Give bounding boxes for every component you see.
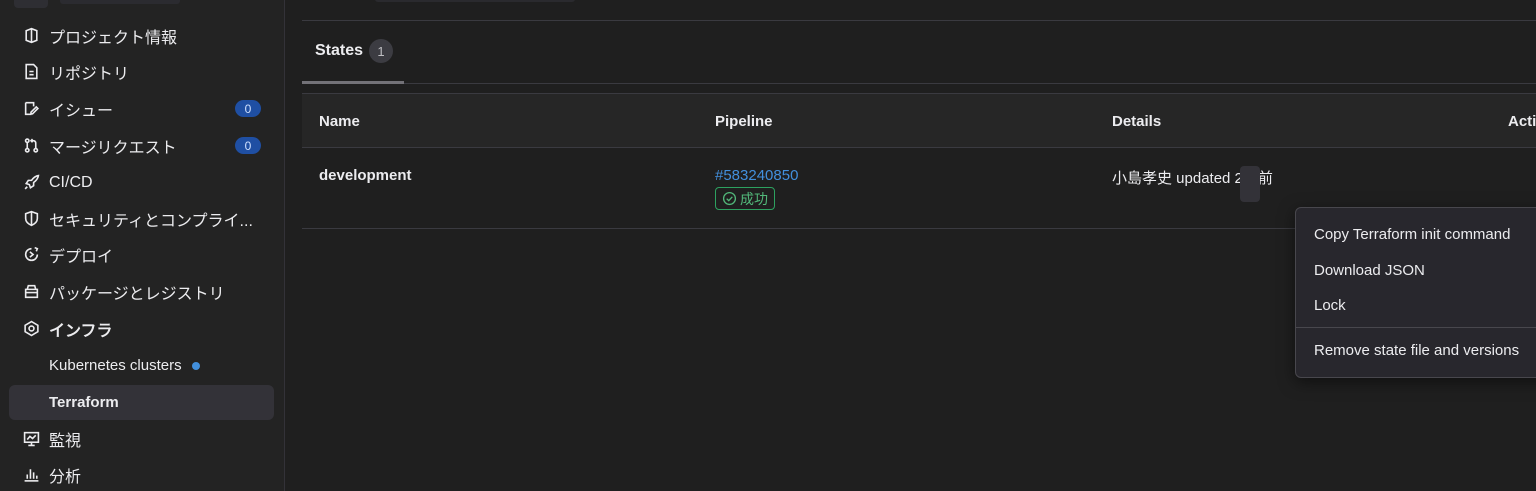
tab-states[interactable]: States 1 (302, 21, 404, 84)
column-header-pipeline: Pipeline (715, 112, 773, 130)
package-icon (22, 283, 40, 301)
sidebar-item-label: Terraform (49, 394, 119, 411)
pipeline-status-text: 成功 (740, 190, 768, 207)
repository-icon (22, 63, 40, 81)
column-header-details: Details (1112, 112, 1162, 130)
state-name: development (319, 167, 412, 184)
project-avatar[interactable] (14, 0, 48, 8)
issues-icon (22, 100, 40, 118)
new-indicator-dot (191, 361, 200, 370)
sidebar-item-project-info[interactable]: プロジェクト情報 (9, 18, 274, 53)
tab-label: States (315, 42, 364, 59)
sidebar-item-merge-requests[interactable]: マージリクエスト 0 (9, 128, 274, 163)
sidebar-item-label: デプロイ (49, 248, 114, 266)
sidebar-item-security[interactable]: セキュリティとコンプライ... (9, 201, 274, 236)
sidebar-item-issues[interactable]: イシュー 0 (9, 91, 274, 126)
pipeline-cell: #583240850 成功 (715, 167, 798, 210)
actions-dropdown-menu: Copy Terraform init command Download JSO… (1295, 207, 1536, 378)
merge-requests-count-badge: 0 (235, 137, 261, 154)
sidebar-item-label: Kubernetes clusters (49, 357, 182, 374)
shield-icon (22, 210, 40, 228)
sidebar-item-label: プロジェクト情報 (49, 29, 178, 47)
chart-icon (22, 466, 40, 484)
sidebar-item-label: イシュー (49, 102, 114, 120)
menu-item-remove-state[interactable]: Remove state file and versions (1314, 342, 1519, 359)
sidebar-item-label: マージリクエスト (49, 139, 177, 157)
sidebar: プロジェクト情報 リポジトリ イシュー 0 マージリクエスト 0 CI/CD セ… (0, 0, 285, 491)
merge-request-icon (22, 137, 40, 155)
table-header: Name Pipeline Details Acti (302, 94, 1536, 148)
sidebar-item-terraform[interactable]: Terraform (9, 385, 274, 420)
column-header-actions: Acti (1508, 112, 1536, 130)
sidebar-item-label: 監視 (49, 432, 82, 450)
breadcrumb (375, 0, 575, 2)
deployments-icon (22, 246, 40, 264)
menu-item-copy-init-command[interactable]: Copy Terraform init command (1314, 226, 1510, 243)
sidebar-item-label: CI/CD (49, 173, 93, 191)
sidebar-item-label: パッケージとレジストリ (49, 285, 225, 303)
sidebar-item-monitor[interactable]: 監視 (9, 421, 274, 456)
sidebar-item-analytics[interactable]: 分析 (9, 457, 274, 491)
column-header-name: Name (319, 112, 360, 130)
check-circle-icon (722, 191, 737, 206)
sidebar-item-label: インフラ (49, 322, 113, 340)
rocket-icon (22, 174, 40, 192)
monitor-icon (22, 430, 40, 448)
sidebar-item-infrastructure[interactable]: インフラ (9, 311, 274, 346)
menu-item-download-json[interactable]: Download JSON (1314, 262, 1425, 279)
actions-dropdown-button[interactable] (1240, 166, 1260, 202)
cloud-gear-icon (22, 320, 40, 338)
project-icon (22, 27, 40, 45)
sidebar-item-repository[interactable]: リポジトリ (9, 54, 274, 89)
tab-bar: States 1 (302, 21, 1536, 84)
pipeline-status-badge[interactable]: 成功 (715, 187, 775, 210)
sidebar-item-deployments[interactable]: デプロイ (9, 237, 274, 272)
issues-count-badge: 0 (235, 100, 261, 117)
menu-item-lock[interactable]: Lock (1314, 297, 1346, 314)
sidebar-item-kubernetes-clusters[interactable]: Kubernetes clusters (9, 348, 274, 383)
pipeline-link[interactable]: #583240850 (715, 167, 798, 184)
app-window: プロジェクト情報 リポジトリ イシュー 0 マージリクエスト 0 CI/CD セ… (0, 0, 1536, 491)
menu-divider (1296, 327, 1536, 328)
sidebar-item-label: リポジトリ (49, 65, 130, 83)
tab-count-badge: 1 (369, 39, 394, 63)
sidebar-item-label: 分析 (49, 468, 82, 486)
sidebar-item-packages[interactable]: パッケージとレジストリ (9, 274, 274, 309)
sidebar-item-label: セキュリティとコンプライ... (49, 212, 253, 230)
sidebar-item-cicd[interactable]: CI/CD (9, 165, 274, 200)
project-name[interactable] (60, 0, 180, 4)
